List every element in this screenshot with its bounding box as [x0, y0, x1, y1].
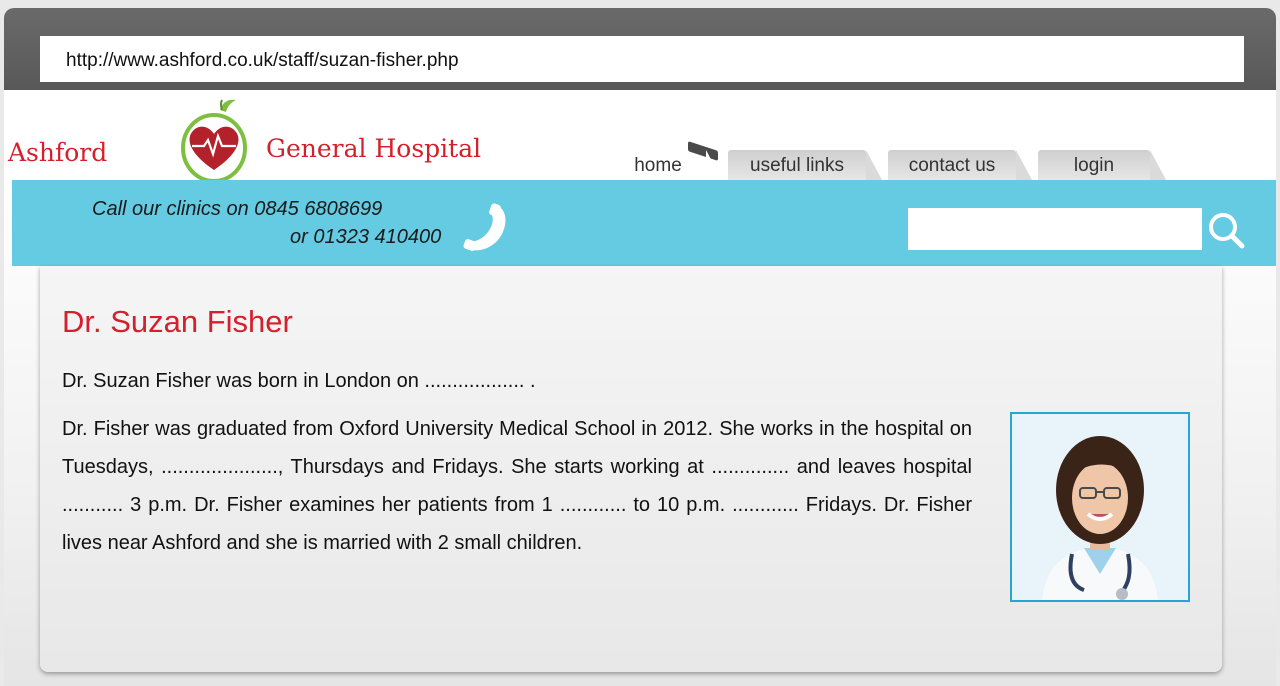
- address-bar[interactable]: http://www.ashford.co.uk/staff/suzan-fis…: [40, 36, 1244, 82]
- tab-contact-us-label: contact us: [908, 155, 996, 176]
- website: Ashford General Hospital home useful lin…: [4, 90, 1276, 686]
- doctor-portrait-image: [1012, 414, 1188, 600]
- bio-paragraph: Dr. Fisher was graduated from Oxford Uni…: [62, 418, 972, 554]
- call-line-1: Call our clinics on 0845 6808699: [92, 198, 383, 220]
- tab-login-label: login: [1073, 155, 1115, 176]
- page-title: Dr. Suzan Fisher: [62, 304, 293, 339]
- page-frame: http://www.ashford.co.uk/staff/suzan-fis…: [0, 0, 1280, 686]
- intro-paragraph: Dr. Suzan Fisher was born in London on .…: [62, 370, 536, 392]
- tab-login[interactable]: login: [1038, 150, 1166, 180]
- search-icon[interactable]: [1206, 210, 1246, 250]
- logo-text-ashford[interactable]: Ashford: [8, 138, 107, 167]
- browser-chrome: http://www.ashford.co.uk/staff/suzan-fis…: [4, 8, 1276, 90]
- tab-useful-links[interactable]: useful links: [728, 150, 882, 180]
- doctor-photo: [1010, 412, 1190, 602]
- url-text[interactable]: http://www.ashford.co.uk/staff/suzan-fis…: [66, 50, 459, 72]
- nav-tabs: home useful links contact us login: [610, 144, 1170, 180]
- tab-contact-us[interactable]: contact us: [888, 150, 1032, 180]
- info-bar: Call our clinics on 0845 6808699 or 0132…: [12, 180, 1276, 266]
- logo-text-general-hospital[interactable]: General Hospital: [266, 134, 481, 163]
- tab-home[interactable]: home: [610, 150, 722, 180]
- tab-home-label: home: [634, 155, 682, 176]
- call-line-2: or 01323 410400: [290, 226, 442, 248]
- phone-icon: [463, 203, 506, 251]
- tab-useful-links-label: useful links: [750, 155, 844, 176]
- heart-logo-icon[interactable]: [170, 96, 260, 184]
- search-input[interactable]: [908, 208, 1202, 250]
- content-card: Dr. Suzan Fisher Dr. Suzan Fisher was bo…: [40, 266, 1222, 672]
